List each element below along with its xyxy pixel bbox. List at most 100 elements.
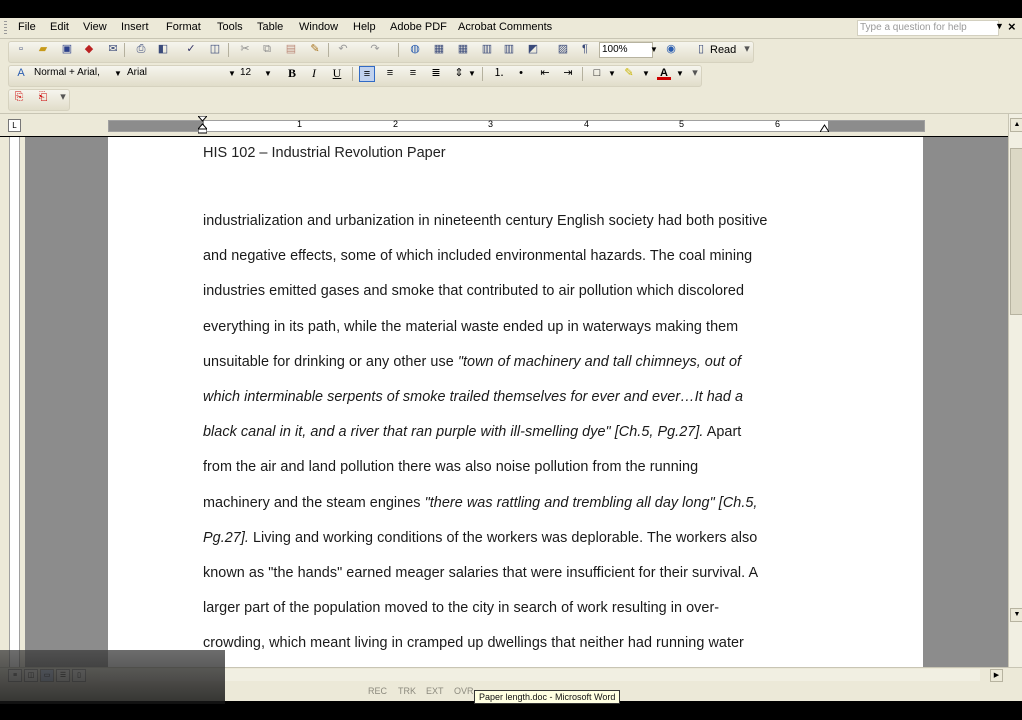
increase-indent-icon[interactable]: ⇥ <box>561 66 575 80</box>
document-line[interactable]: industrialization and urbanization in ni… <box>203 213 768 229</box>
document-line[interactable]: known as "the hands" earned meager salar… <box>203 565 758 581</box>
vertical-ruler-track[interactable] <box>9 137 20 667</box>
font-color-dropdown-arrow[interactable]: ▼ <box>676 66 684 82</box>
cut-icon[interactable]: ✂ <box>238 42 252 56</box>
document-line[interactable]: Pg.27]. Living and working conditions of… <box>203 530 757 546</box>
underline-button[interactable]: U <box>330 66 344 80</box>
tab-selector-icon[interactable]: L <box>8 119 21 132</box>
menu-adobe-pdf[interactable]: Adobe PDF <box>390 21 447 33</box>
menu-acrobat-comments[interactable]: Acrobat Comments <box>458 21 552 33</box>
style-combo[interactable]: Normal + Arial, <box>32 66 114 80</box>
font-dropdown-arrow[interactable]: ▼ <box>228 66 236 82</box>
document-line[interactable]: black canal in it, and a river that ran … <box>203 424 741 440</box>
redo-icon[interactable]: ↷ <box>368 42 382 56</box>
menu-view[interactable]: View <box>83 21 107 33</box>
decrease-indent-icon[interactable]: ⇤ <box>538 66 552 80</box>
scroll-right-icon[interactable]: ▶ <box>990 669 1003 682</box>
show-hide-pilcrow-icon[interactable]: ¶ <box>578 42 592 56</box>
toolbar-options-icon[interactable]: ▾ <box>688 66 702 80</box>
line-spacing-dropdown-arrow[interactable]: ▼ <box>468 66 476 82</box>
scroll-down-icon[interactable]: ▼ <box>1010 608 1022 622</box>
open-folder-icon[interactable]: ▰ <box>36 42 50 56</box>
font-color-icon[interactable]: A <box>657 66 671 80</box>
align-center-icon[interactable]: ≡ <box>383 66 397 80</box>
menu-tools[interactable]: Tools <box>217 21 243 33</box>
menu-table[interactable]: Table <box>257 21 283 33</box>
insert-table-icon[interactable]: ▦ <box>456 42 470 56</box>
menu-insert[interactable]: Insert <box>121 21 149 33</box>
toolbar-grip[interactable] <box>4 21 7 35</box>
border-dropdown-arrow[interactable]: ▼ <box>608 66 616 82</box>
spelling-icon[interactable]: ✓ <box>184 42 198 56</box>
save-icon[interactable]: ▣ <box>60 42 74 56</box>
font-size-dropdown-arrow[interactable]: ▼ <box>264 66 272 82</box>
bold-button[interactable]: B <box>285 66 299 80</box>
document-line[interactable]: everything in its path, while the materi… <box>203 319 738 335</box>
align-right-icon[interactable]: ≡ <box>406 66 420 80</box>
document-page[interactable]: HIS 102 – Industrial Revolution Paper in… <box>108 137 923 667</box>
style-dropdown-arrow[interactable]: ▼ <box>114 66 122 82</box>
zoom-dropdown-arrow[interactable]: ▼ <box>650 42 658 58</box>
format-painter-icon[interactable]: ✎ <box>308 42 322 56</box>
help-dropdown-arrow[interactable]: ▼ <box>995 21 1004 31</box>
read-icon[interactable]: ▯ <box>694 42 708 56</box>
highlight-icon[interactable]: ✎ <box>622 66 636 80</box>
drawing-icon[interactable]: ◩ <box>526 42 540 56</box>
right-indent-marker[interactable] <box>819 123 830 133</box>
menu-file[interactable]: File <box>18 21 36 33</box>
print-icon[interactable]: ⎙ <box>134 42 148 56</box>
horizontal-scroll-track[interactable] <box>100 669 980 681</box>
help-icon[interactable]: ◉ <box>664 42 678 56</box>
permission-icon[interactable]: ◆ <box>82 42 96 56</box>
bullets-icon[interactable]: • <box>514 66 528 80</box>
highlight-dropdown-arrow[interactable]: ▼ <box>642 66 650 82</box>
vertical-scroll-thumb[interactable] <box>1010 148 1022 315</box>
menu-edit[interactable]: Edit <box>50 21 69 33</box>
ruler-track[interactable]: 1 2 3 4 5 6 <box>108 119 925 132</box>
line-spacing-icon[interactable]: ⇕ <box>452 66 466 80</box>
undo-icon[interactable]: ↶ <box>336 42 350 56</box>
document-line[interactable]: machinery and the steam engines "there w… <box>203 495 757 511</box>
document-line[interactable]: and negative effects, some of which incl… <box>203 248 752 264</box>
toolbar-options-icon[interactable]: ▾ <box>56 90 70 104</box>
new-document-icon[interactable]: ▫ <box>14 42 28 56</box>
numbering-icon[interactable]: ⒈ <box>492 66 506 80</box>
insert-hyperlink-icon[interactable]: ◍ <box>408 42 422 56</box>
document-line[interactable]: unsuitable for drinking or any other use… <box>203 354 741 370</box>
document-line[interactable]: larger part of the population moved to t… <box>203 600 719 616</box>
help-search-input[interactable]: Type a question for help <box>857 20 999 36</box>
convert-to-pdf-icon[interactable]: ⎘ <box>12 90 26 104</box>
justify-icon[interactable]: ≣ <box>429 66 443 80</box>
italic-button[interactable]: I <box>307 66 321 80</box>
document-line[interactable]: from the air and land pollution there wa… <box>203 459 698 475</box>
toolbar-options-icon[interactable]: ▾ <box>740 42 754 56</box>
paste-icon[interactable]: ▤ <box>284 42 298 56</box>
border-icon[interactable]: □ <box>590 66 604 80</box>
document-line[interactable]: industries emitted gases and smoke that … <box>203 283 744 299</box>
indent-marker[interactable] <box>196 115 209 134</box>
vertical-scrollbar[interactable]: ▲ ▼ <box>1008 114 1022 667</box>
columns-icon[interactable]: ▥ <box>502 42 516 56</box>
document-map-icon[interactable]: ▨ <box>556 42 570 56</box>
menu-format[interactable]: Format <box>166 21 201 33</box>
menu-help[interactable]: Help <box>353 21 376 33</box>
styles-pane-icon[interactable]: A <box>14 66 28 80</box>
tables-borders-icon[interactable]: ▦ <box>432 42 446 56</box>
font-combo[interactable]: Arial <box>125 66 227 80</box>
read-button[interactable]: Read <box>710 44 736 56</box>
zoom-combo[interactable]: 100% <box>599 42 653 58</box>
copy-icon[interactable]: ⧉ <box>260 42 274 56</box>
convert-and-email-icon[interactable]: ⎗ <box>36 90 50 104</box>
status-rec[interactable]: REC <box>368 686 387 696</box>
status-ovr[interactable]: OVR <box>454 686 474 696</box>
email-icon[interactable]: ✉ <box>106 42 120 56</box>
print-preview-icon[interactable]: ◧ <box>156 42 170 56</box>
research-icon[interactable]: ◫ <box>208 42 222 56</box>
status-trk[interactable]: TRK <box>398 686 416 696</box>
menu-window[interactable]: Window <box>299 21 338 33</box>
align-left-icon[interactable]: ≡ <box>359 66 375 82</box>
insert-excel-icon[interactable]: ▥ <box>480 42 494 56</box>
document-line[interactable]: crowding, which meant living in cramped … <box>203 635 744 651</box>
font-size-combo[interactable]: 12 <box>238 66 262 80</box>
scroll-up-icon[interactable]: ▲ <box>1010 118 1022 132</box>
